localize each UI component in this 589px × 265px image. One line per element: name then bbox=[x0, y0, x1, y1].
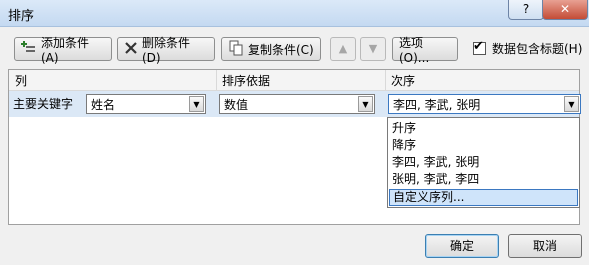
close-button[interactable]: ✕ bbox=[542, 0, 588, 20]
delete-icon bbox=[124, 41, 138, 58]
add-condition-label: 添加条件(A) bbox=[41, 35, 90, 65]
options-label: 选项(O)... bbox=[399, 35, 430, 65]
column-header-order: 次序 bbox=[391, 74, 416, 88]
chevron-down-icon[interactable]: ▼ bbox=[358, 96, 373, 112]
column-select[interactable]: 姓名 ▼ bbox=[86, 94, 206, 114]
dialog-title: 排序 bbox=[8, 9, 35, 24]
help-button[interactable]: ? bbox=[508, 0, 544, 20]
header-checkbox-group[interactable]: ✔ 数据包含标题(H) bbox=[473, 39, 583, 57]
ok-button[interactable]: 确定 bbox=[425, 234, 499, 258]
order-option-list-2[interactable]: 张明, 李武, 李四 bbox=[389, 171, 578, 188]
grid-header: 列 排序依据 次序 bbox=[9, 70, 579, 91]
copy-condition-label: 复制条件(C) bbox=[248, 42, 314, 57]
order-select-value: 李四, 李武, 张明 bbox=[393, 98, 481, 112]
column-header-column: 列 bbox=[15, 74, 28, 88]
add-condition-button[interactable]: 添加条件(A) bbox=[14, 36, 112, 65]
sort-on-select-value: 数值 bbox=[224, 98, 249, 112]
header-divider bbox=[385, 70, 386, 90]
move-down-button[interactable]: ▼ bbox=[360, 37, 386, 61]
order-dropdown-list: 升序 降序 李四, 李武, 张明 张明, 李武, 李四 自定义序列... bbox=[387, 117, 580, 208]
sort-on-select[interactable]: 数值 ▼ bbox=[219, 94, 375, 114]
header-checkbox-label: 数据包含标题(H) bbox=[492, 42, 583, 56]
order-option-custom-list[interactable]: 自定义序列... bbox=[389, 189, 578, 206]
delete-condition-label: 删除条件(D) bbox=[142, 35, 191, 65]
delete-condition-button[interactable]: 删除条件(D) bbox=[117, 36, 215, 65]
order-option-ascending[interactable]: 升序 bbox=[389, 120, 578, 137]
chevron-down-icon[interactable]: ▼ bbox=[189, 96, 204, 112]
header-checkbox[interactable]: ✔ bbox=[473, 39, 486, 55]
copy-condition-button[interactable]: 复制条件(C) bbox=[221, 37, 321, 61]
column-select-value: 姓名 bbox=[91, 98, 116, 112]
chevron-down-icon[interactable]: ▼ bbox=[564, 96, 579, 112]
sort-dialog: 排序 ? ✕ 添加条件(A) 删除条件(D) 复制条件(C) ▲ ▼ 选项(O)… bbox=[0, 0, 589, 265]
move-up-button[interactable]: ▲ bbox=[330, 37, 356, 61]
add-level-icon bbox=[21, 40, 37, 59]
order-option-list-1[interactable]: 李四, 李武, 张明 bbox=[389, 154, 578, 171]
checkmark-icon: ✔ bbox=[473, 39, 484, 54]
column-header-sort-on: 排序依据 bbox=[222, 74, 271, 88]
order-option-descending[interactable]: 降序 bbox=[389, 137, 578, 154]
cancel-button[interactable]: 取消 bbox=[508, 234, 582, 258]
sort-level-row[interactable]: 主要关键字 姓名 ▼ 数值 ▼ 李四, 李武, 张明 ▼ bbox=[9, 91, 581, 117]
options-button[interactable]: 选项(O)... bbox=[392, 36, 458, 65]
title-bar: 排序 ? ✕ bbox=[0, 0, 589, 27]
copy-icon bbox=[228, 40, 244, 59]
header-divider bbox=[216, 70, 217, 90]
row-label: 主要关键字 bbox=[13, 97, 74, 111]
order-select[interactable]: 李四, 李武, 张明 ▼ bbox=[388, 94, 581, 114]
